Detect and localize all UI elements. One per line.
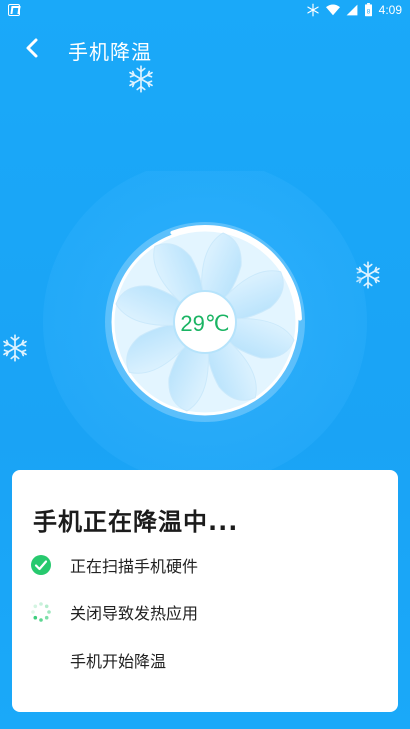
check-circle-icon [30,554,52,576]
fan-illustration: 29℃ [43,160,367,484]
status-icons: 8 4:09 [306,0,402,20]
svg-text:8: 8 [366,9,370,16]
step-label: 关闭导致发热应用 [70,604,199,623]
signal-icon [346,4,358,16]
back-button[interactable] [18,34,48,64]
status-bar: 8 4:09 [0,0,410,20]
page-title: 手机降温 [68,40,152,64]
step-start-cooling: 手机开始降温 [30,648,166,672]
loading-spinner-icon [30,601,52,623]
step-scan-hardware: 正在扫描手机硬件 [30,553,198,577]
app-notification-icon [8,4,20,16]
battery-icon: 8 [364,3,372,17]
temperature-readout: 29℃ [180,311,229,336]
pending-step-placeholder [30,649,52,671]
snowflake-icon [129,65,153,93]
wifi-icon [325,4,340,16]
status-time: 4:09 [378,3,402,17]
step-label: 正在扫描手机硬件 [70,557,199,576]
cooling-status-card: 手机正在降温中... 正在扫描手机硬件 关闭导致发热应用 手机开始降温 [12,470,398,712]
step-label: 手机开始降温 [70,652,167,671]
step-close-heat-apps: 关闭导致发热应用 [30,600,198,624]
card-title: 手机正在降温中... [33,508,239,536]
snowflake-icon [306,3,319,17]
snowflake-icon [3,334,27,362]
app-bar: 手机降温 [0,26,410,72]
chevron-left-icon [26,38,38,58]
